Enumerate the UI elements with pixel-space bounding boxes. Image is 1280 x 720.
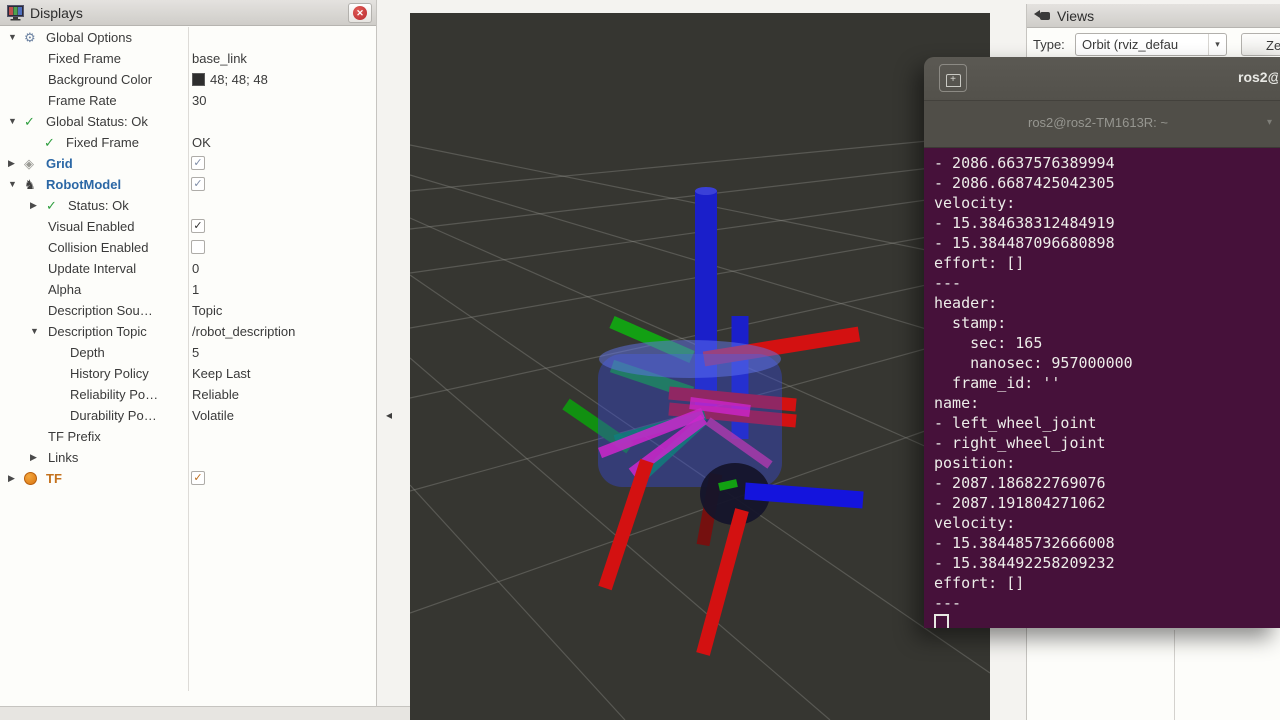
gear-icon: ⚙ xyxy=(24,27,36,48)
displays-panel: Displays ✕ ▼⚙Global OptionsFixed Frameba… xyxy=(0,0,377,706)
check-icon: ✓ xyxy=(24,111,35,132)
panel-title: Displays xyxy=(30,5,348,21)
property-value[interactable]: 0 xyxy=(192,258,199,279)
grid-icon: ◈ xyxy=(24,153,34,174)
property-value[interactable]: Topic xyxy=(192,300,222,321)
property-label: Reliability Po… xyxy=(70,384,158,405)
checkbox-checked[interactable]: ✓ xyxy=(191,177,205,191)
property-value[interactable]: OK xyxy=(192,132,211,153)
terminal-headerbar: + ros2@ xyxy=(924,57,1280,101)
panel-collapse-arrow[interactable]: ◂ xyxy=(386,409,392,421)
views-panel-icon xyxy=(1034,10,1051,22)
property-label: Fixed Frame xyxy=(66,132,139,153)
panel-title: Views xyxy=(1057,8,1276,24)
collapse-arrow-icon[interactable]: ▼ xyxy=(30,321,39,342)
terminal-output[interactable]: - 2086.6637576389994 - 2086.668742504230… xyxy=(924,148,1280,628)
property-label: Frame Rate xyxy=(48,90,117,111)
property-value[interactable]: Reliable xyxy=(192,384,239,405)
property-label: History Policy xyxy=(70,363,149,384)
check-icon: ✓ xyxy=(46,195,57,216)
checkbox-checked[interactable]: ✓ xyxy=(191,471,205,485)
3d-viewport[interactable] xyxy=(410,13,990,720)
property-label: Alpha xyxy=(48,279,81,300)
collapse-arrow-icon[interactable]: ▼ xyxy=(8,27,17,48)
chevron-down-icon: ▾ xyxy=(1208,34,1226,55)
zero-button[interactable]: Ze xyxy=(1241,33,1280,56)
close-panel-button[interactable]: ✕ xyxy=(348,3,372,23)
property-value[interactable]: 48; 48; 48 xyxy=(210,69,268,90)
property-value[interactable]: 30 xyxy=(192,90,206,111)
views-column-divider xyxy=(1174,630,1175,720)
column-divider[interactable] xyxy=(188,27,189,691)
checkbox-unchecked[interactable] xyxy=(191,240,205,254)
check-icon: ✓ xyxy=(44,132,55,153)
property-value[interactable]: 5 xyxy=(192,342,199,363)
expand-arrow-icon[interactable]: ▶ xyxy=(8,468,15,489)
property-label: Depth xyxy=(70,342,105,363)
property-label: Fixed Frame xyxy=(48,48,121,69)
collapse-arrow-icon[interactable]: ▼ xyxy=(8,111,17,132)
property-value[interactable]: /robot_description xyxy=(192,321,295,342)
property-label: Collision Enabled xyxy=(48,237,148,258)
terminal-tab[interactable]: ros2@ros2-TM1613R: ~ xyxy=(1028,115,1168,130)
checkbox-checked[interactable]: ✓ xyxy=(191,219,205,233)
property-label: Update Interval xyxy=(48,258,136,279)
property-label: Global Status: Ok xyxy=(46,111,148,132)
property-label: Global Options xyxy=(46,27,132,48)
property-value[interactable]: Volatile xyxy=(192,405,234,426)
property-value[interactable]: 1 xyxy=(192,279,199,300)
robot-icon: ♞ xyxy=(24,174,36,195)
displays-panel-icon xyxy=(7,5,24,21)
property-label: Links xyxy=(48,447,78,468)
color-swatch xyxy=(192,73,205,86)
property-value[interactable]: Keep Last xyxy=(192,363,251,384)
property-label: Durability Po… xyxy=(70,405,157,426)
property-label: Grid xyxy=(46,153,73,174)
property-label: Description Topic xyxy=(48,321,147,342)
terminal-window: + ros2@ ros2@ros2-TM1613R: ~ ▾ - 2086.66… xyxy=(924,57,1280,628)
view-type-dropdown[interactable]: Orbit (rviz_defau ▾ xyxy=(1075,33,1227,56)
new-tab-button[interactable]: + xyxy=(939,64,967,92)
expand-arrow-icon[interactable]: ▶ xyxy=(30,447,37,468)
terminal-cursor xyxy=(934,614,949,628)
type-label: Type: xyxy=(1033,37,1065,52)
terminal-text: - 2086.6637576389994 - 2086.668742504230… xyxy=(934,153,1280,613)
tf-icon xyxy=(24,472,37,485)
property-label: Status: Ok xyxy=(68,195,129,216)
property-label: Description Sou… xyxy=(48,300,153,321)
property-label: Background Color xyxy=(48,69,152,90)
property-label: TF Prefix xyxy=(48,426,101,447)
property-label: RobotModel xyxy=(46,174,121,195)
terminal-window-title: ros2@ xyxy=(1238,69,1278,85)
expand-arrow-icon[interactable]: ▶ xyxy=(8,153,15,174)
view-type-value: Orbit (rviz_defau xyxy=(1076,37,1208,52)
bottom-panel-edge xyxy=(0,706,410,720)
terminal-tabbar: ros2@ros2-TM1613R: ~ ▾ xyxy=(924,101,1280,148)
views-panel-titlebar: Views xyxy=(1027,4,1280,28)
property-label: TF xyxy=(46,468,62,489)
checkbox-checked[interactable]: ✓ xyxy=(191,156,205,170)
expand-arrow-icon[interactable]: ▶ xyxy=(30,195,37,216)
new-tab-icon: + xyxy=(946,74,961,87)
tf-link-magenta xyxy=(690,403,750,411)
close-icon: ✕ xyxy=(353,6,367,20)
robot-model xyxy=(566,187,863,654)
property-value[interactable]: base_link xyxy=(192,48,247,69)
property-label: Visual Enabled xyxy=(48,216,135,237)
chevron-down-icon: ▾ xyxy=(1267,117,1272,128)
axis-z-blue-cylinder xyxy=(745,491,863,500)
collapse-arrow-icon[interactable]: ▼ xyxy=(8,174,17,195)
displays-panel-titlebar: Displays ✕ xyxy=(0,0,376,26)
